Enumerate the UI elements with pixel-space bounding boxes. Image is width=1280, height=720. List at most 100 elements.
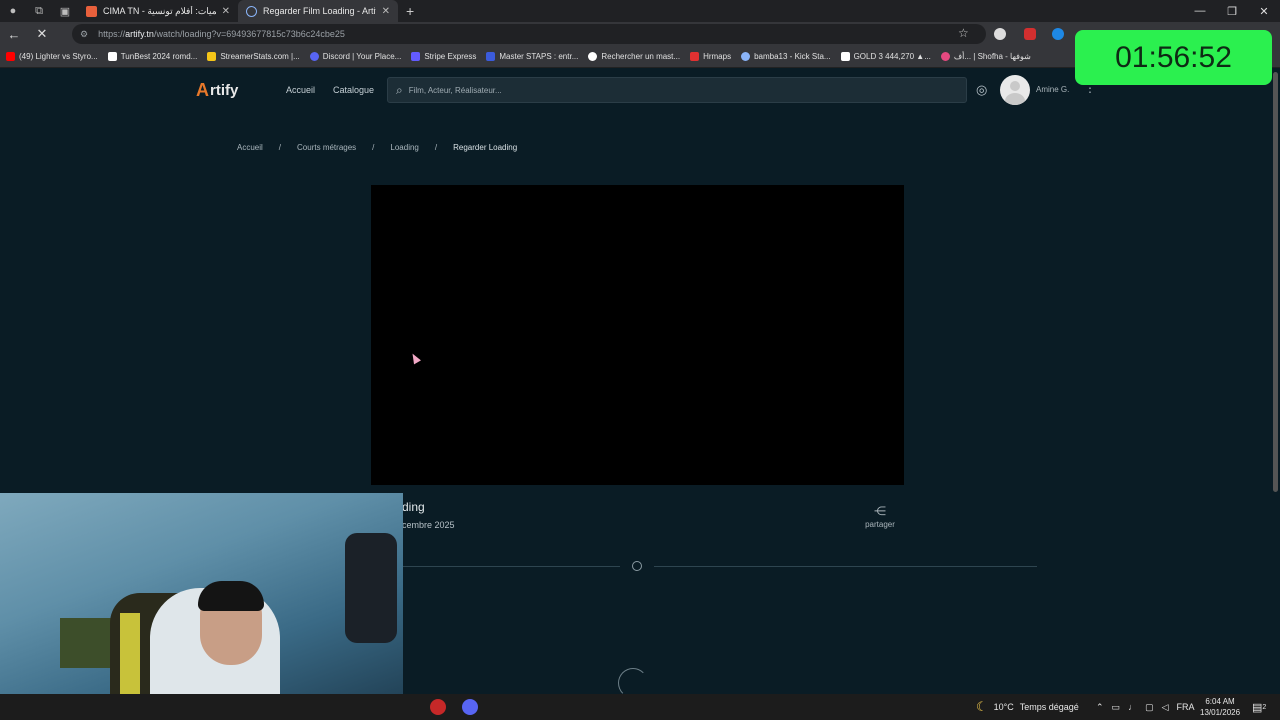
- system-tray: ⌃ ▭ ♩ ▢ ◁ FRA: [1096, 694, 1195, 720]
- video-date: cembre 2025: [402, 520, 455, 530]
- discord-icon[interactable]: [462, 699, 478, 715]
- bookmark-label: Hrmaps: [703, 52, 732, 61]
- bookmark-item[interactable]: أف... | Shofha - شوفها: [940, 52, 1031, 61]
- volume-icon[interactable]: ◁: [1162, 702, 1169, 713]
- url-field[interactable]: ⚙ https:// artify.tn /watch/loading?v=69…: [72, 24, 986, 44]
- bookmark-label: Master STAPS : entr...: [499, 52, 579, 61]
- loading-spinner-icon: [618, 668, 648, 694]
- taskbar: ☾ 10°C Temps dégagé ⌃ ▭ ♩ ▢ ◁ FRA 6:04 A…: [0, 694, 1280, 720]
- app-icon[interactable]: [430, 699, 446, 715]
- close-tab-icon[interactable]: ✕: [382, 6, 390, 17]
- extension-icon[interactable]: [994, 28, 1006, 40]
- bookmark-item[interactable]: Rechercher un mast...: [588, 52, 680, 61]
- avatar[interactable]: [1000, 75, 1030, 105]
- bookmark-item[interactable]: Stripe Express: [411, 52, 476, 61]
- blogger-icon: [86, 5, 97, 17]
- breadcrumb-separator: /: [372, 143, 375, 152]
- bookmark-item[interactable]: (49) Lighter vs Styro...: [6, 52, 98, 61]
- bookmark-label: Rechercher un mast...: [601, 52, 681, 61]
- clock[interactable]: 6:04 AM 13/01/2026: [1200, 696, 1240, 718]
- new-tab-button[interactable]: +: [406, 3, 414, 19]
- extension-icon[interactable]: [1024, 28, 1036, 40]
- microphone-icon[interactable]: ♩: [1128, 702, 1137, 712]
- shofha-icon: [940, 52, 950, 61]
- url-scheme: https://: [98, 29, 126, 39]
- logo-text: rtify: [210, 82, 239, 99]
- extension-icon[interactable]: [1052, 28, 1064, 40]
- chart-icon: [207, 52, 217, 61]
- divider-dot: [632, 561, 642, 571]
- discord-icon: [309, 52, 319, 61]
- close-tab-icon[interactable]: ✕: [222, 6, 230, 17]
- bookmark-label: (49) Lighter vs Styro...: [19, 52, 98, 61]
- minimize-button[interactable]: —: [1184, 5, 1216, 18]
- nav-accueil[interactable]: Accueil: [286, 85, 315, 95]
- profile-icon: [588, 52, 598, 61]
- site-info-icon[interactable]: ⚙: [80, 29, 88, 40]
- bookmark-label: TunBest 2024 romd...: [120, 52, 198, 61]
- language-globe-icon[interactable]: ◎: [976, 82, 987, 98]
- back-icon[interactable]: ←: [0, 27, 28, 42]
- tab-actions-icon[interactable]: ▣: [52, 0, 78, 22]
- clock-date: 13/01/2026: [1200, 708, 1241, 717]
- notification-icon[interactable]: ▤ 2: [1252, 694, 1266, 720]
- breadcrumb-item[interactable]: Courts métrages: [297, 143, 356, 152]
- breadcrumb-current: Regarder Loading: [453, 143, 518, 152]
- search-input[interactable]: [408, 85, 929, 95]
- workspaces-icon[interactable]: ⧉: [26, 0, 52, 22]
- weather-desc: Temps dégagé: [1019, 702, 1079, 712]
- site-logo[interactable]: A rtify: [196, 80, 238, 101]
- notification-count: 2: [1262, 703, 1267, 711]
- stop-loading-icon[interactable]: ✕: [28, 26, 56, 42]
- profile-icon[interactable]: ●: [0, 0, 26, 22]
- bookmark-item[interactable]: Hrmaps: [690, 52, 731, 61]
- network-icon[interactable]: ▭: [1112, 702, 1121, 713]
- breadcrumb-item[interactable]: Accueil: [237, 143, 263, 152]
- display-icon[interactable]: ▢: [1145, 702, 1154, 713]
- page-scrollbar[interactable]: [1273, 72, 1278, 492]
- bookmark-item[interactable]: TunBest 2024 romd...: [107, 52, 198, 61]
- breadcrumb-item[interactable]: Loading: [390, 143, 418, 152]
- bookmark-item[interactable]: bamba13 - Kick Sta...: [741, 52, 831, 61]
- logo-mark: A: [196, 80, 209, 100]
- moon-icon: ☾: [976, 699, 988, 714]
- search-icon: ⌕: [396, 82, 403, 97]
- breadcrumb: Accueil / Courts métrages / Loading / Re…: [237, 143, 533, 152]
- divider-line: [654, 566, 1037, 567]
- restore-button[interactable]: ❐: [1216, 5, 1248, 18]
- bookmark-label: StreamerStats.com |...: [220, 52, 300, 61]
- loading-icon: [246, 5, 257, 17]
- video-player[interactable]: [371, 185, 904, 485]
- language-indicator[interactable]: FRA: [1177, 702, 1195, 712]
- browser-window: ● ⧉ ▣ CIMA TN - التسميات: أفلام تونسية ✕…: [0, 0, 1280, 720]
- clock-time: 6:04 AM: [1205, 697, 1235, 706]
- tab-artify[interactable]: Regarder Film Loading - Artify ✕: [238, 0, 398, 22]
- stripe-icon: [411, 52, 421, 61]
- share-label: partager: [865, 520, 895, 529]
- bookmark-item[interactable]: Master STAPS : entr...: [486, 52, 578, 61]
- page-icon: [107, 52, 117, 61]
- bookmark-item[interactable]: GOLD 3 444,270 ▲...: [840, 52, 931, 61]
- bookmark-label: Discord | Your Place...: [322, 52, 402, 61]
- bookmark-star-icon[interactable]: ☆: [958, 26, 969, 40]
- breadcrumb-separator: /: [278, 143, 282, 152]
- tradingview-icon: [840, 52, 850, 61]
- tab-title: CIMA TN - التسميات: أفلام تونسية: [103, 5, 216, 16]
- tab-cima-tn[interactable]: CIMA TN - التسميات: أفلام تونسية ✕: [78, 0, 238, 22]
- weather-widget[interactable]: ☾ 10°C Temps dégagé: [976, 694, 1079, 720]
- nav-catalogue[interactable]: Catalogue: [333, 85, 374, 95]
- breadcrumb-separator: /: [434, 143, 438, 152]
- user-name[interactable]: Amine G.: [1036, 85, 1069, 94]
- share-button[interactable]: ⋲ partager: [862, 502, 898, 529]
- close-window-button[interactable]: ✕: [1248, 5, 1280, 18]
- share-icon: ⋲: [874, 504, 886, 518]
- video-title: ding: [402, 500, 425, 514]
- bookmark-item[interactable]: Discord | Your Place...: [309, 52, 402, 61]
- bookmark-item[interactable]: StreamerStats.com |...: [207, 52, 300, 61]
- youtube-icon: [6, 52, 15, 61]
- search-box: ⌕: [387, 77, 967, 103]
- bookmark-label: GOLD 3 444,270 ▲...: [853, 52, 931, 61]
- bookmark-label: Stripe Express: [424, 52, 477, 61]
- window-controls: — ❐ ✕: [1184, 5, 1280, 18]
- chevron-up-icon[interactable]: ⌃: [1096, 702, 1104, 713]
